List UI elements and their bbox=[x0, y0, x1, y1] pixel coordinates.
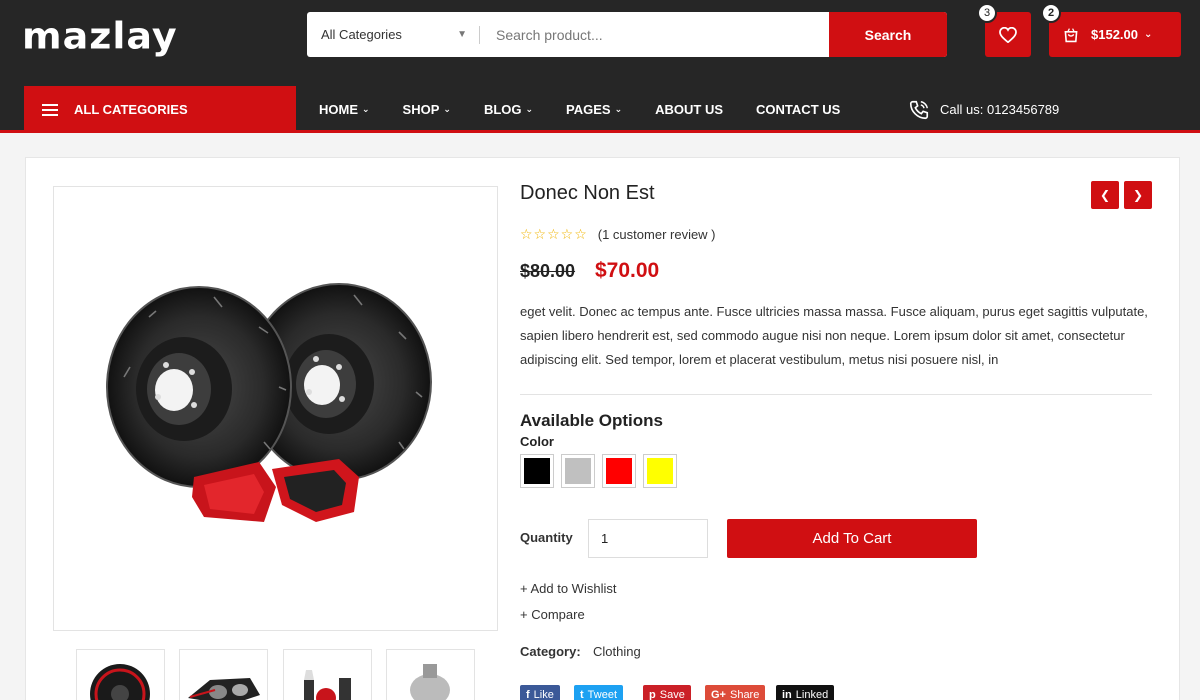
call-us-text: Call us: 0123456789 bbox=[940, 102, 1060, 117]
share-label: Share bbox=[729, 689, 760, 700]
swatch-fill bbox=[606, 458, 632, 484]
product-description: eget velit. Donec ac tempus ante. Fusce … bbox=[520, 304, 1148, 367]
facebook-icon: f bbox=[526, 689, 530, 700]
nav-item-blog[interactable]: BLOG ⌄ bbox=[484, 102, 533, 117]
color-swatch-black[interactable] bbox=[520, 454, 554, 488]
heart-icon bbox=[999, 26, 1017, 43]
old-price: $80.00 bbox=[520, 261, 576, 281]
top-header: mazlay All Categories ▼ Search 3 2 $152.… bbox=[0, 0, 1200, 86]
chevron-down-icon: ▼ bbox=[457, 29, 467, 40]
category-select[interactable]: All Categories ▼ bbox=[307, 12, 479, 57]
current-price: $70.00 bbox=[595, 259, 660, 282]
all-categories-label: ALL CATEGORIES bbox=[74, 102, 188, 117]
shopping-bag-icon bbox=[1064, 27, 1078, 42]
category-label: Category: bbox=[520, 644, 581, 659]
category-select-label: All Categories bbox=[321, 27, 402, 42]
chevron-right-icon: ❯ bbox=[1132, 188, 1144, 202]
menu-icon bbox=[42, 103, 58, 116]
wishlist-button[interactable]: 3 bbox=[977, 3, 1031, 57]
twitter-icon: t bbox=[580, 689, 584, 700]
add-to-wishlist-link[interactable]: + Add to Wishlist bbox=[520, 581, 616, 596]
product-main-image[interactable] bbox=[53, 186, 498, 631]
swatch-fill bbox=[647, 458, 673, 484]
thumbnail-1[interactable] bbox=[76, 649, 165, 700]
nav-item-label: HOME bbox=[319, 102, 358, 117]
twitter-tweet-button[interactable]: t Tweet bbox=[574, 685, 624, 700]
chevron-down-icon: ⌄ bbox=[443, 104, 451, 114]
nav-menu: HOME ⌄ SHOP ⌄ BLOG ⌄ PAGES ⌄ ABOUT US CONTAC… bbox=[319, 86, 873, 133]
nav-item-label: BLOG bbox=[483, 102, 522, 117]
next-product-button[interactable]: ❯ bbox=[1124, 181, 1152, 209]
swatch-fill bbox=[524, 458, 550, 484]
brake-disc-image bbox=[106, 283, 432, 522]
bulb-thumbnail-image bbox=[304, 670, 351, 700]
nav-item-label: PAGES bbox=[566, 102, 611, 117]
compare-link[interactable]: + Compare bbox=[520, 607, 585, 622]
chevron-down-icon: ⌄ bbox=[1144, 29, 1153, 40]
thumbnail-2[interactable] bbox=[179, 649, 268, 700]
nav-item-label: SHOP bbox=[402, 102, 440, 117]
nav-item-shop[interactable]: SHOP ⌄ bbox=[403, 102, 451, 117]
headlight-thumbnail-image bbox=[188, 678, 260, 700]
nav-item-label: ABOUT US bbox=[655, 102, 724, 117]
thumbnail-3[interactable] bbox=[283, 649, 372, 700]
category-link[interactable]: Clothing bbox=[593, 644, 641, 659]
linkedin-icon: in bbox=[782, 689, 792, 700]
site-logo[interactable]: mazlay bbox=[22, 15, 178, 57]
share-label: Linked bbox=[795, 689, 829, 700]
prev-product-button[interactable]: ❮ bbox=[1091, 181, 1119, 209]
search-input[interactable] bbox=[480, 12, 829, 57]
linkedin-button[interactable]: in Linked bbox=[776, 685, 835, 700]
color-swatch-red[interactable] bbox=[602, 454, 636, 488]
lamp-thumbnail-image bbox=[410, 664, 450, 700]
nav-item-pages[interactable]: PAGES ⌄ bbox=[566, 102, 622, 117]
share-label: Like bbox=[533, 689, 554, 700]
nav-item-about-us[interactable]: ABOUT US bbox=[655, 102, 723, 117]
add-to-cart-button[interactable]: Add To Cart bbox=[727, 519, 977, 558]
thumbnail-4[interactable] bbox=[386, 649, 475, 700]
cart-total: $152.00 bbox=[1091, 27, 1138, 42]
pinterest-save-button[interactable]: p Save bbox=[643, 685, 691, 700]
facebook-like-button[interactable]: f Like bbox=[520, 685, 560, 700]
quantity-input[interactable] bbox=[588, 519, 708, 558]
phone-icon bbox=[909, 100, 929, 119]
review-count-link[interactable]: (1 customer review ) bbox=[598, 227, 716, 242]
share-label: Save bbox=[659, 689, 685, 700]
share-label: Tweet bbox=[587, 689, 618, 700]
color-swatch-yellow[interactable] bbox=[643, 454, 677, 488]
nav-item-contact-us[interactable]: CONTACT US bbox=[756, 102, 840, 117]
color-swatch-silver[interactable] bbox=[561, 454, 595, 488]
quantity-label: Quantity bbox=[520, 530, 573, 545]
star-rating-icons: ☆☆☆☆☆ bbox=[520, 226, 588, 242]
nav-item-home[interactable]: HOME ⌄ bbox=[319, 102, 370, 117]
search-button[interactable]: Search bbox=[829, 12, 947, 57]
product-rating: ☆☆☆☆☆ (1 customer review ) bbox=[520, 226, 716, 243]
pinterest-icon: p bbox=[649, 689, 656, 700]
color-label: Color bbox=[520, 434, 554, 449]
options-heading: Available Options bbox=[520, 411, 663, 430]
chevron-down-icon: ⌄ bbox=[362, 104, 370, 114]
product-title: Donec Non Est bbox=[520, 182, 655, 204]
google-plus-icon: G+ bbox=[711, 689, 726, 700]
all-categories-button[interactable]: ALL CATEGORIES bbox=[24, 86, 296, 133]
cart-count-badge: 2 bbox=[1041, 3, 1061, 23]
main-navigation: ALL CATEGORIES HOME ⌄ SHOP ⌄ BLOG ⌄ PAGES ⌄ … bbox=[0, 86, 1200, 133]
wheel-thumbnail-image bbox=[90, 664, 150, 700]
chevron-down-icon: ⌄ bbox=[614, 104, 623, 114]
search-bar: All Categories ▼ Search bbox=[307, 12, 947, 57]
section-divider bbox=[520, 394, 1152, 395]
nav-item-label: CONTACT US bbox=[756, 102, 841, 117]
chevron-down-icon: ⌄ bbox=[525, 104, 534, 114]
chevron-left-icon: ❮ bbox=[1099, 188, 1111, 202]
wishlist-count-badge: 3 bbox=[977, 3, 997, 23]
swatch-fill bbox=[565, 458, 591, 484]
call-us[interactable]: Call us: 0123456789 bbox=[908, 86, 1059, 133]
google-plus-share-button[interactable]: G+ Share bbox=[705, 685, 766, 700]
cart-button[interactable]: 2 $152.00 ⌄ bbox=[1041, 3, 1181, 57]
